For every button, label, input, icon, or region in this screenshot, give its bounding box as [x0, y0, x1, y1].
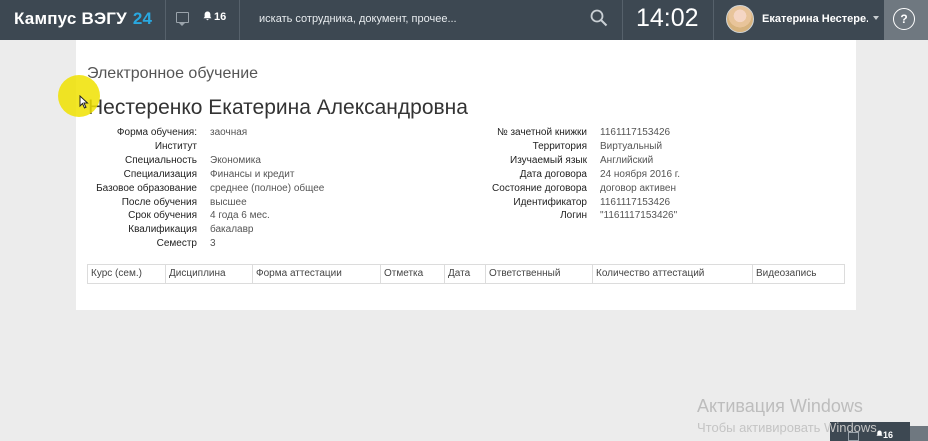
- bell-icon: [203, 11, 212, 21]
- info-row: Институт: [77, 140, 197, 153]
- info-row: Специальность: [77, 154, 197, 167]
- top-navbar: Кампус ВЭГУ 24 16 искать сотрудника, доку…: [0, 0, 928, 40]
- info-row: Срок обучения: [77, 209, 197, 222]
- info-row: Семестр: [77, 237, 197, 250]
- info-label: Срок обучения: [128, 210, 197, 221]
- info-row: После обучения: [77, 196, 197, 209]
- activation-watermark-subtitle: Чтобы активировать Windows: [697, 420, 877, 435]
- search-icon[interactable]: [590, 9, 608, 27]
- page-title: Нестеренко Екатерина Александровна: [88, 96, 468, 119]
- column-header-attestation-count[interactable]: Количество аттестаций: [593, 265, 753, 283]
- clock: 14:02: [636, 4, 699, 32]
- brand-name: Кампус ВЭГУ: [14, 9, 127, 28]
- info-value: Финансы и кредит: [210, 169, 295, 180]
- chevron-down-icon[interactable]: [873, 16, 879, 20]
- help-button[interactable]: ?: [884, 0, 928, 40]
- notifications-count: 16: [883, 430, 894, 440]
- column-header-video[interactable]: Видеозапись: [753, 265, 844, 283]
- info-row: № зачетной книжки: [387, 126, 587, 139]
- info-label: Логин: [560, 210, 587, 221]
- info-value: 1161117153426: [600, 197, 671, 208]
- info-label: Идентификатор: [513, 197, 587, 208]
- info-label: Состояние договора: [492, 183, 587, 194]
- info-row: Дата договора: [387, 168, 587, 181]
- info-value: 24 ноября 2016 г.: [600, 169, 680, 180]
- info-value: заочная: [210, 127, 248, 138]
- divider: [165, 0, 166, 40]
- info-row: Базовое образование: [77, 182, 197, 195]
- info-value: бакалавр: [210, 224, 254, 235]
- info-label: Семестр: [156, 238, 197, 249]
- user-name[interactable]: Екатерина Нестере...: [762, 13, 868, 25]
- brand-number: 24: [132, 9, 153, 28]
- column-header-discipline[interactable]: Дисциплина: [166, 265, 253, 283]
- info-row: Идентификатор: [387, 196, 587, 209]
- section-title: Электронное обучение: [87, 65, 259, 82]
- info-label: Специализация: [123, 169, 197, 180]
- notifications-button[interactable]: 16: [203, 11, 226, 23]
- info-value: Экономика: [210, 155, 261, 166]
- column-header-date[interactable]: Дата: [445, 265, 486, 283]
- info-label: Базовое образование: [96, 183, 197, 194]
- info-value: договор активен: [600, 183, 676, 194]
- info-value: 1161117153426: [600, 127, 671, 138]
- notifications-button[interactable]: 16: [876, 430, 893, 440]
- info-row: Территория: [387, 140, 587, 153]
- info-label: Специальность: [125, 155, 197, 166]
- info-row: Квалификация: [77, 223, 197, 236]
- info-row: Специализация: [77, 168, 197, 181]
- avatar[interactable]: [726, 5, 754, 33]
- info-value: Английский: [600, 155, 654, 166]
- bell-icon: [876, 430, 883, 436]
- column-header-course[interactable]: Курс (сем.): [88, 265, 166, 283]
- info-value: высшее: [210, 197, 247, 208]
- info-label: Институт: [154, 141, 197, 152]
- activation-watermark-title: Активация Windows: [697, 396, 863, 416]
- info-value: 3: [210, 238, 216, 249]
- info-label: Изучаемый язык: [510, 155, 587, 166]
- info-label: № зачетной книжки: [496, 127, 587, 138]
- divider: [622, 0, 623, 40]
- divider: [239, 0, 240, 40]
- info-label: Территория: [532, 141, 587, 152]
- info-row: Состояние договора: [387, 182, 587, 195]
- info-label: После обучения: [121, 197, 197, 208]
- info-label: Форма обучения:: [116, 127, 197, 138]
- info-value: "1161117153426": [600, 210, 678, 221]
- info-value: Виртуальный: [600, 141, 663, 152]
- mouse-cursor-icon: [79, 95, 89, 109]
- info-label: Дата договора: [519, 169, 587, 180]
- info-label: Квалификация: [128, 224, 197, 235]
- column-header-responsible[interactable]: Ответственный: [486, 265, 593, 283]
- column-header-attestation-form[interactable]: Форма аттестации: [253, 265, 381, 283]
- info-row: Логин: [387, 209, 587, 222]
- info-row: Изучаемый язык: [387, 154, 587, 167]
- brand-logo[interactable]: Кампус ВЭГУ 24: [14, 9, 152, 29]
- help-button[interactable]: [910, 426, 928, 441]
- info-value: среднее (полное) общее: [210, 183, 325, 194]
- search-input[interactable]: искать сотрудника, документ, прочее...: [259, 13, 457, 25]
- column-header-mark[interactable]: Отметка: [381, 265, 445, 283]
- help-icon: ?: [893, 8, 915, 30]
- notifications-count: 16: [214, 11, 227, 23]
- info-value: 4 года 6 мес.: [210, 210, 270, 221]
- attestation-table-header: Курс (сем.) Дисциплина Форма аттестации …: [87, 264, 845, 284]
- info-row: Форма обучения:: [77, 126, 197, 139]
- messages-icon[interactable]: [176, 12, 189, 26]
- divider: [713, 0, 714, 40]
